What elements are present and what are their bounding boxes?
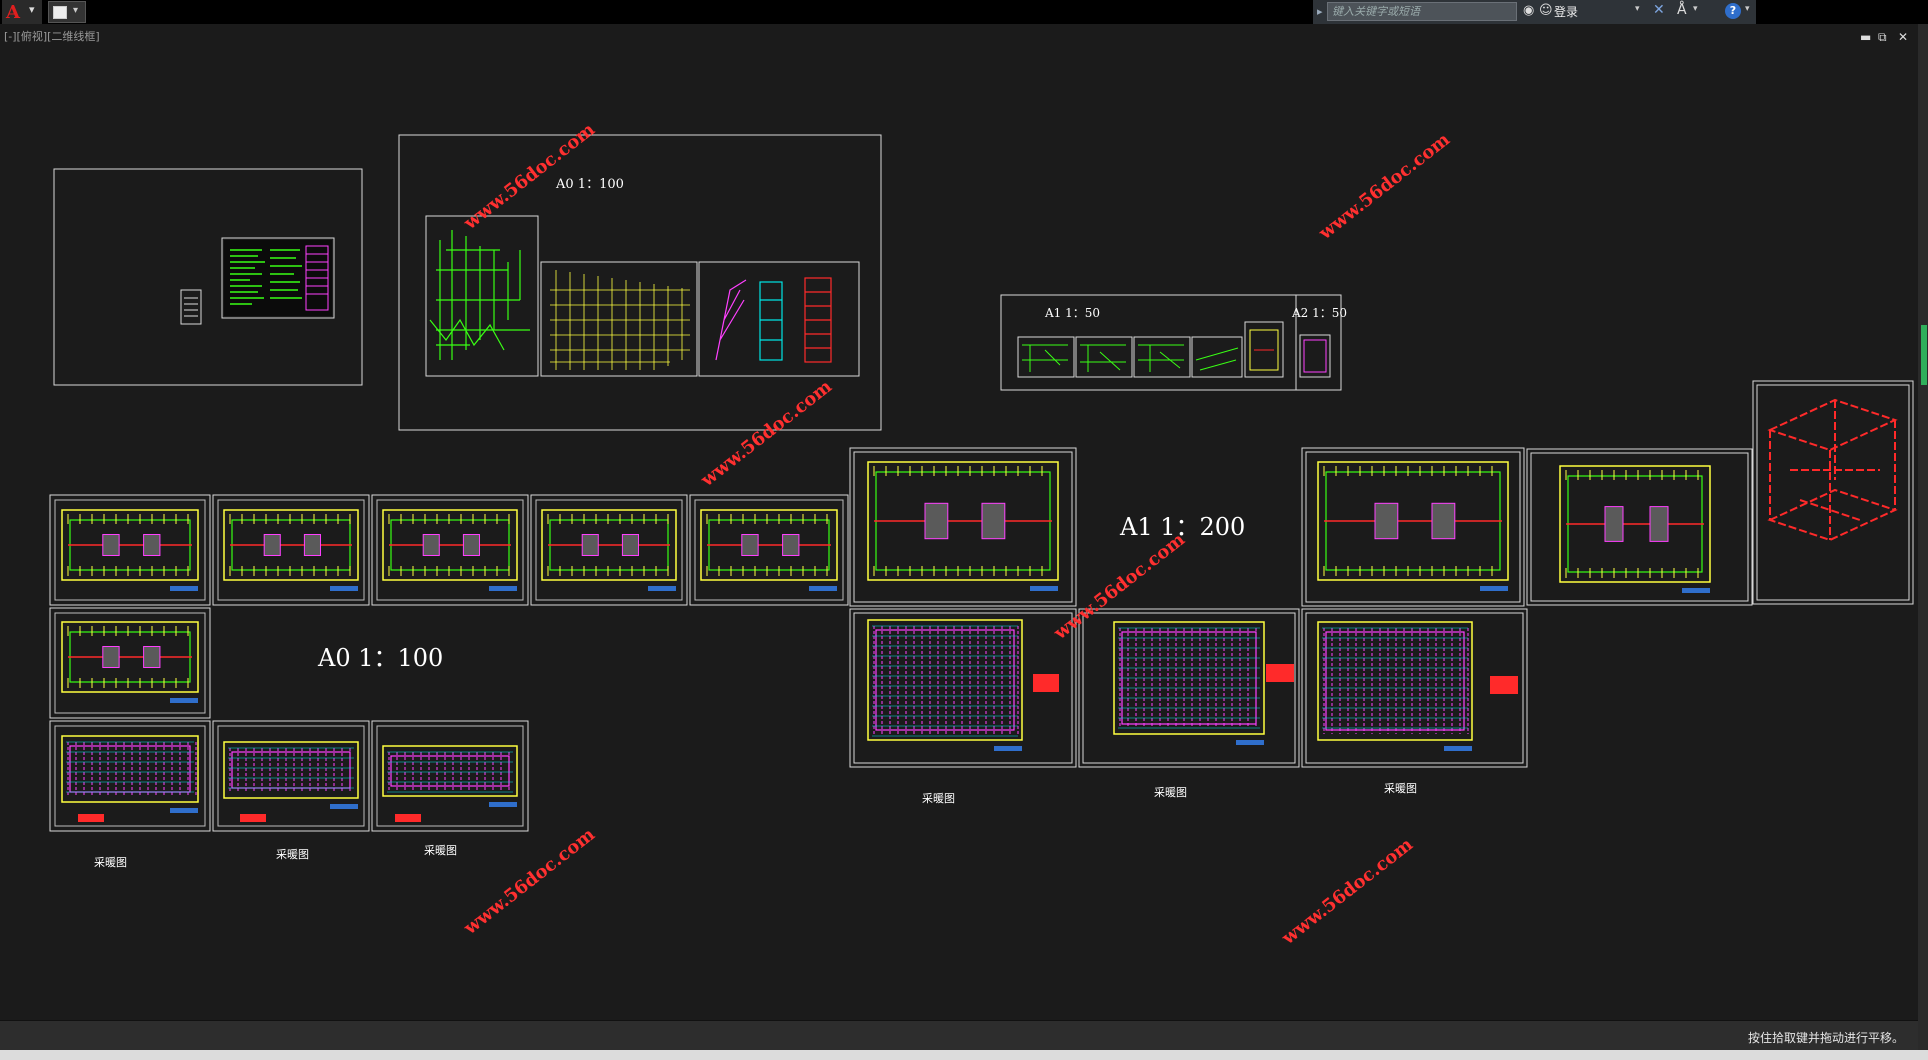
expand-arrow-icon[interactable]: ▸ <box>1317 5 1323 18</box>
detail-drawings <box>1022 329 1327 373</box>
chevron-down-icon[interactable]: ▾ <box>1635 4 1640 14</box>
application-menu-button[interactable]: A ▾ <box>2 0 42 24</box>
sheet-frame <box>1017 336 1075 378</box>
chevron-down-icon: ▾ <box>73 5 79 16</box>
chevron-down-icon[interactable]: ▾ <box>1693 4 1698 14</box>
watermark-text: www.56doc.com <box>696 376 836 492</box>
sheet-caption: 采暖图 <box>424 844 457 857</box>
drawing-svg: A0 1：100 A1 1：50 A2 1：50 A1 1：200 A0 1：1… <box>49 119 1914 950</box>
user-icon: ☺ <box>1539 3 1553 18</box>
watermark-text: www.56doc.com <box>1314 129 1454 245</box>
scrollbar-thumb[interactable] <box>1921 325 1927 385</box>
sheet-frame <box>212 720 370 832</box>
sheet-caption: 采暖图 <box>276 848 309 861</box>
sheet-caption: 采暖图 <box>1154 786 1187 799</box>
model-space-canvas[interactable]: A0 1：100 A1 1：50 A2 1：50 A1 1：200 A0 1：1… <box>0 24 1918 1020</box>
sheet-frame <box>698 261 860 377</box>
sheet-frame <box>1075 336 1133 378</box>
sheet-frame <box>180 289 202 325</box>
legend-blocks <box>1033 664 1518 694</box>
sheet-frame <box>1133 336 1191 378</box>
autocad-logo-icon: A <box>6 2 20 23</box>
watermark-text: www.56doc.com <box>1049 529 1189 645</box>
autodesk-a360-icon[interactable]: Å <box>1677 2 1687 18</box>
chevron-down-icon[interactable]: ▾ <box>1745 4 1750 14</box>
sheet-frame <box>1752 380 1914 605</box>
scale-label-a0-top: A0 1：100 <box>555 177 624 192</box>
status-message: 按住拾取键并拖动进行平移。 <box>1747 1031 1904 1045</box>
isometric-pipe-diagram <box>1767 398 1898 542</box>
sheet-frame <box>1191 336 1243 378</box>
search-input[interactable]: 键入关键字或短语 <box>1327 2 1517 21</box>
sheet-caption: 采暖图 <box>1384 782 1417 795</box>
sheet-frame <box>540 261 698 377</box>
chevron-down-icon: ▾ <box>29 3 35 16</box>
design-notes-graphic <box>184 240 332 317</box>
scale-label-a2-50: A2 1：50 <box>1291 306 1347 320</box>
watermark-text: www.56doc.com <box>459 824 599 940</box>
floor-plans <box>61 461 1711 813</box>
status-bar: 按住拾取键并拖动进行平移。 <box>0 1020 1918 1051</box>
heating-system-diagram <box>429 230 832 370</box>
workspace-icon <box>53 6 67 19</box>
scale-label-a0-left: A0 1：100 <box>317 644 443 672</box>
quick-access-workspace-button[interactable]: ▾ <box>48 1 86 23</box>
exchange-apps-icon[interactable]: ✕ <box>1653 2 1665 18</box>
help-icon[interactable]: ? <box>1725 3 1741 19</box>
application-bar: A ▾ ▾ ▸ 键入关键字或短语 ◉ ☺ 登录 ▾ ✕ Å ▾ ? ▾ <box>0 0 1928 24</box>
sheet-frame <box>425 215 539 377</box>
binoculars-icon[interactable]: ◉ <box>1523 3 1534 18</box>
login-button[interactable]: 登录 <box>1554 3 1578 20</box>
scale-label-a1-50: A1 1：50 <box>1044 306 1100 320</box>
sheet-frame <box>49 720 211 832</box>
infocenter-toolbar: ▸ 键入关键字或短语 ◉ ☺ 登录 ▾ ✕ Å ▾ ? ▾ <box>1313 0 1756 24</box>
sheet-frame <box>1530 452 1749 602</box>
vertical-scrollbar[interactable] <box>1918 24 1928 1050</box>
sheet-caption: 采暖图 <box>94 856 127 869</box>
bottom-strip <box>0 1050 1928 1060</box>
watermark-text: www.56doc.com <box>1277 834 1417 950</box>
sheet-caption: 采暖图 <box>922 792 955 805</box>
